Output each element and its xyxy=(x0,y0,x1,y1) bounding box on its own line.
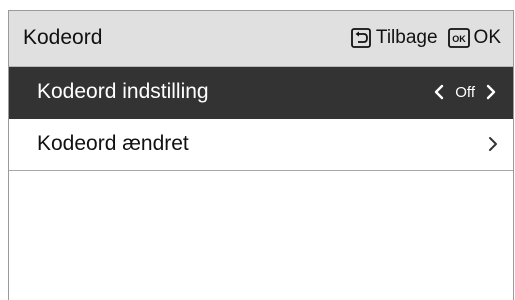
value-selector[interactable]: Off xyxy=(433,81,497,103)
ok-key-text: OK xyxy=(452,34,466,44)
menu-item-kodeord-indstilling[interactable]: Kodeord indstilling Off xyxy=(9,67,513,119)
chevron-right-icon xyxy=(487,136,499,152)
row-arrow xyxy=(487,133,499,155)
back-label[interactable]: Tilbage xyxy=(376,27,438,49)
page-title: Kodeord xyxy=(23,26,103,49)
chevron-left-icon[interactable] xyxy=(433,84,445,100)
setting-value: Off xyxy=(455,83,475,101)
menu-item-label: Kodeord ændret xyxy=(37,132,189,155)
settings-panel: Kodeord Tilbage OK OK Kodeord indstillin… xyxy=(8,10,514,300)
chevron-right-icon[interactable] xyxy=(485,84,497,100)
ok-label[interactable]: OK xyxy=(474,27,501,49)
back-arrow-icon[interactable] xyxy=(351,28,371,48)
menu-item-kodeord-aendret[interactable]: Kodeord ændret xyxy=(9,119,513,171)
header-bar: Kodeord Tilbage OK OK xyxy=(9,11,513,67)
menu-item-label: Kodeord indstilling xyxy=(37,80,209,103)
header-actions: Tilbage OK OK xyxy=(351,26,501,50)
ok-key-icon[interactable]: OK xyxy=(447,28,470,48)
